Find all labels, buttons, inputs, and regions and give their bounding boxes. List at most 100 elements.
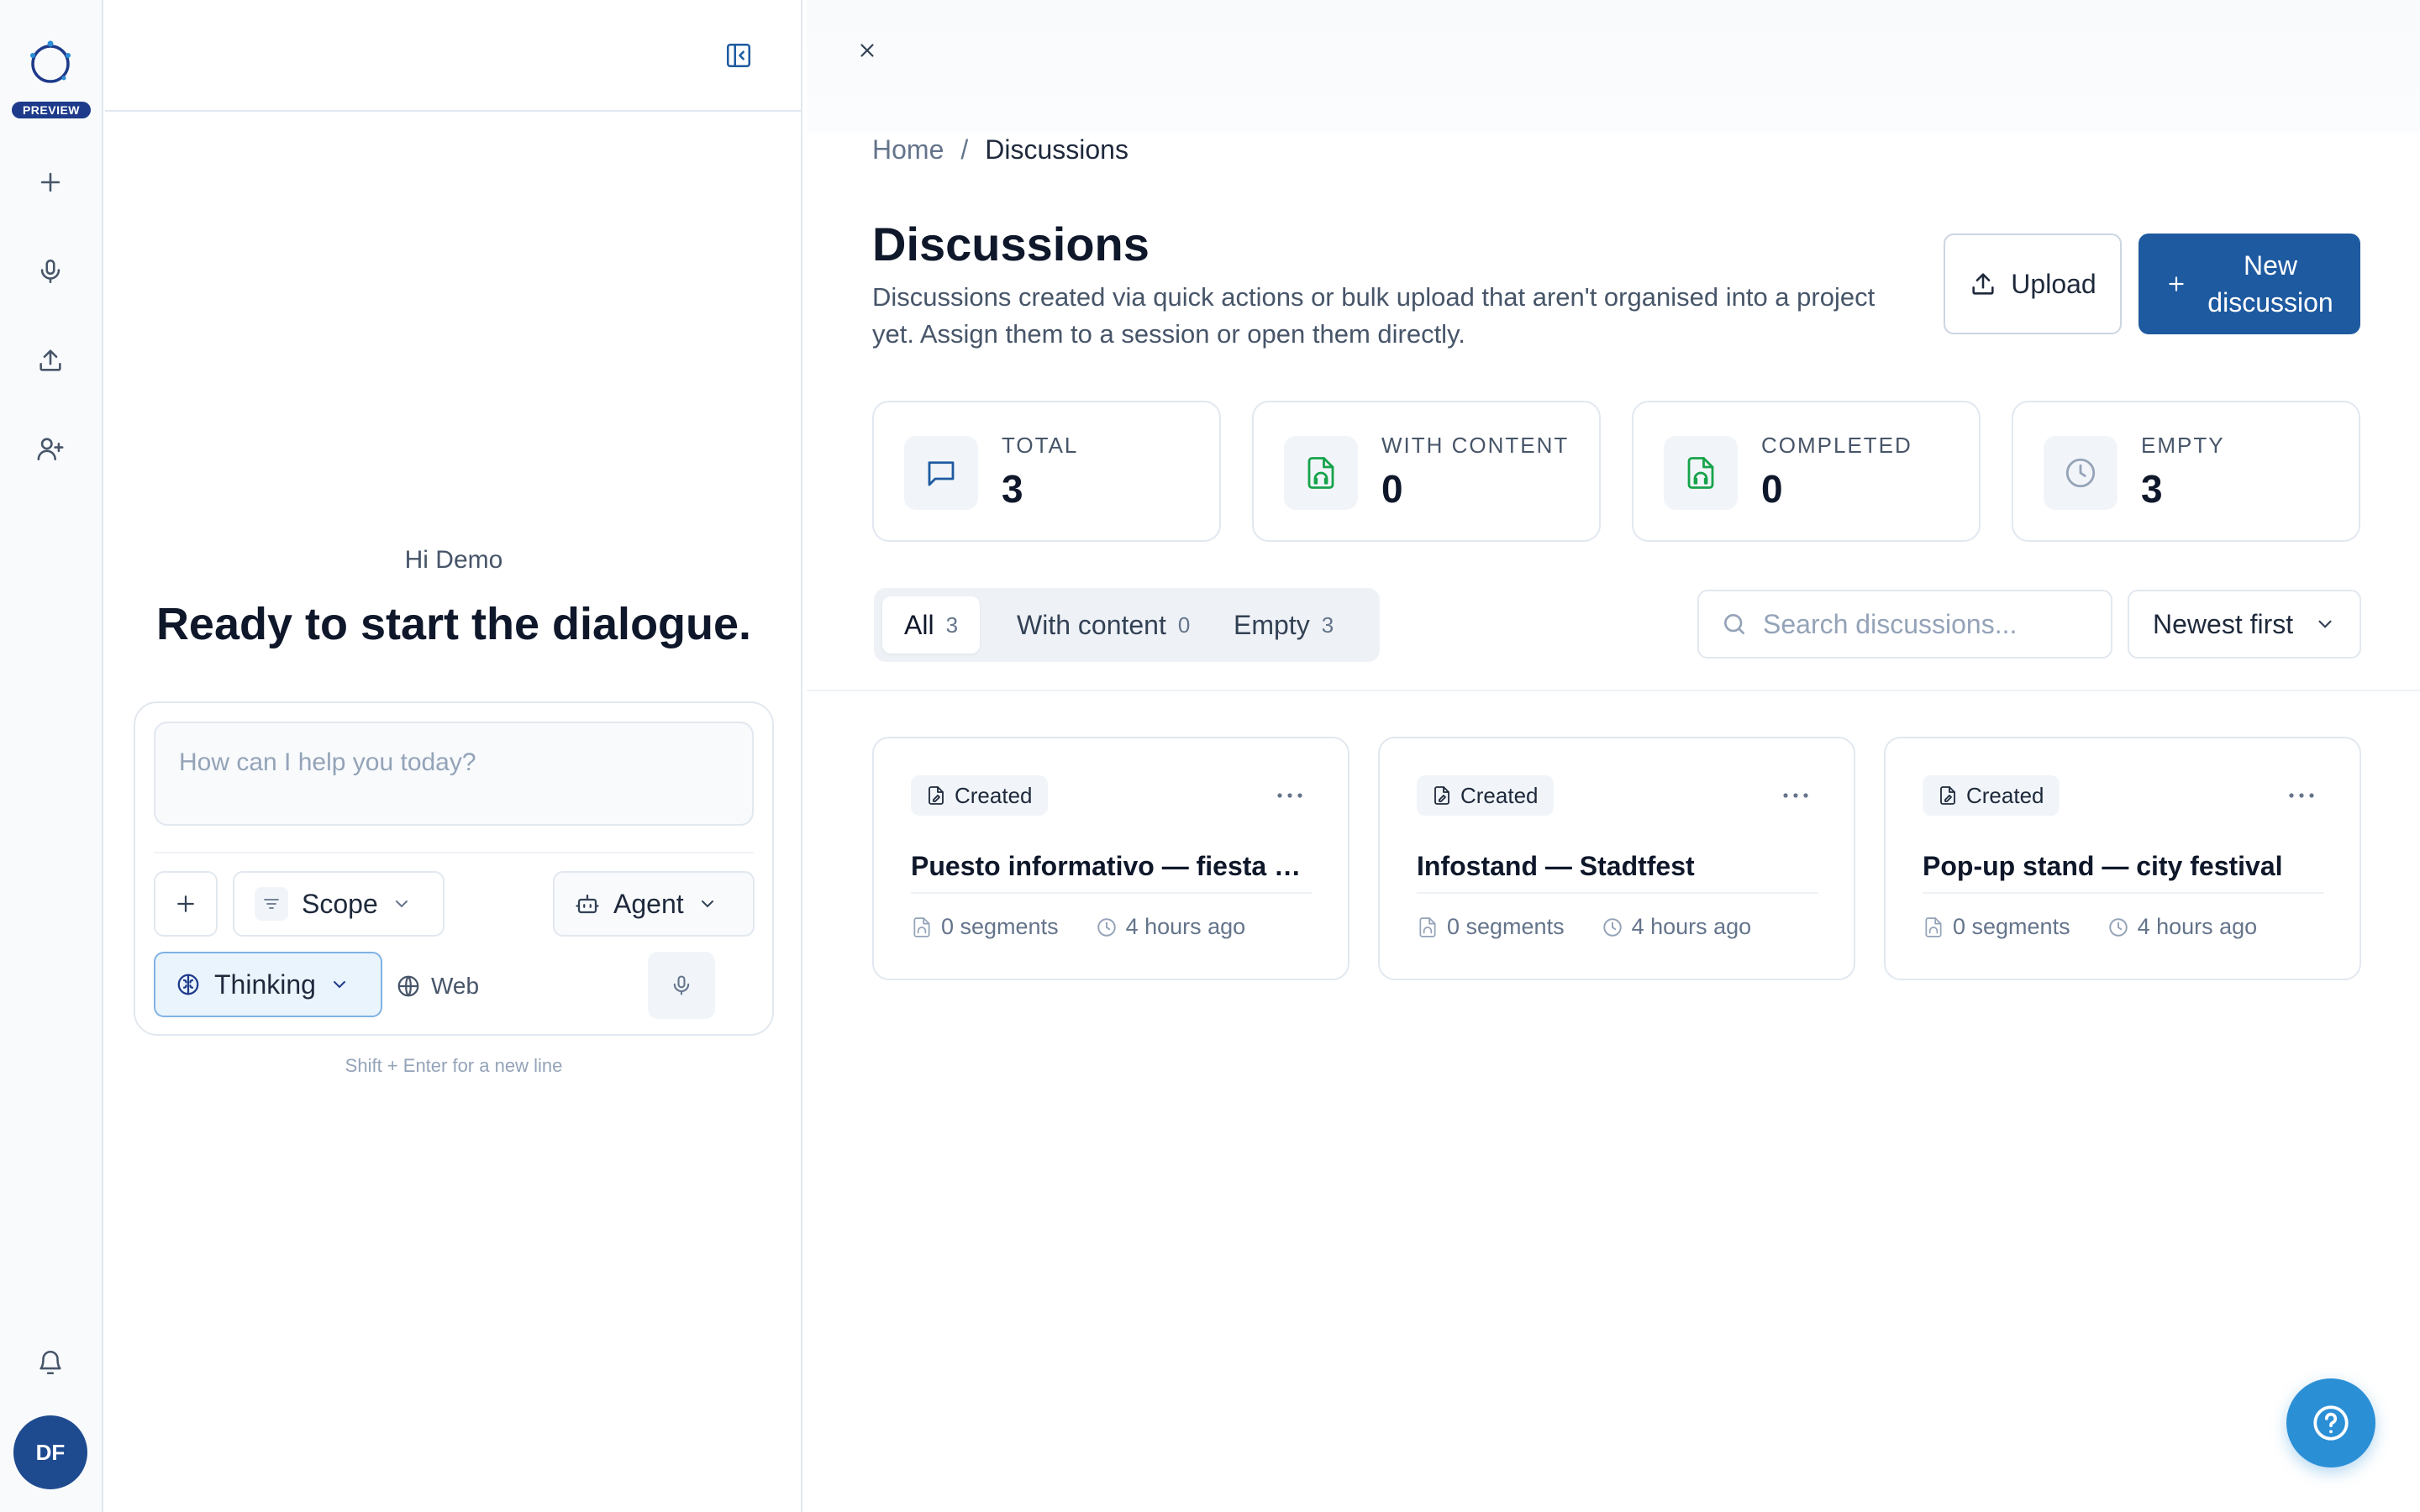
scope-dropdown[interactable]: Scope (233, 871, 445, 937)
new-discussion-label-line2: discussion (2207, 287, 2333, 318)
brain-icon (177, 974, 199, 995)
upload-icon (1972, 273, 1994, 295)
tab-with-content[interactable]: With content 0 (995, 596, 1212, 654)
stat-label: EMPTY (2141, 433, 2225, 458)
stat-completed: COMPLETED 0 (1632, 401, 1981, 542)
page-title: Discussions (872, 218, 1150, 270)
clock-icon (2108, 917, 2128, 937)
file-audio-icon (1925, 916, 1942, 937)
upload-label: Upload (2011, 268, 2096, 299)
help-circle-icon (2313, 1405, 2349, 1441)
badge-label: Created (955, 782, 1033, 808)
clock-icon (2044, 436, 2118, 510)
stat-value: 3 (2141, 467, 2163, 511)
chat-panel: Hi Demo Ready to start the dialogue. Sco… (105, 0, 802, 1512)
card-divider (1923, 892, 2324, 894)
record-button[interactable] (25, 246, 76, 297)
search-input[interactable] (1763, 608, 2099, 640)
more-horizontal-icon (1277, 793, 1302, 798)
card-segments: 0 segments (941, 914, 1059, 939)
badge-label: Created (1966, 782, 2044, 808)
filter-tabs: All 3 With content 0 Empty 3 (874, 588, 1380, 662)
prompt-box (154, 722, 754, 826)
card-divider (1417, 892, 1818, 894)
discussion-card[interactable]: Created Infostand — Stadtfest 0 segments… (1378, 737, 1855, 980)
web-search-toggle[interactable]: Web (396, 953, 479, 1019)
file-edit-icon (1940, 786, 1955, 805)
composer: Scope Agent Thinking Web (134, 701, 774, 1036)
stat-with-content: WITH CONTENT 0 (1252, 401, 1601, 542)
chat-header (105, 0, 802, 112)
stat-label: TOTAL (1002, 433, 1079, 458)
card-title: Infostand — Stadtfest (1417, 851, 1695, 881)
main-topbar (807, 0, 2420, 133)
plus-icon (2169, 276, 2184, 291)
mic-icon (673, 975, 690, 995)
chat-headline: Ready to start the dialogue. (155, 599, 752, 649)
new-discussion-label-line1: New (2243, 250, 2297, 281)
thinking-label: Thinking (214, 969, 316, 1000)
invite-user-button[interactable] (25, 423, 76, 474)
help-button[interactable] (2286, 1378, 2375, 1467)
tab-all[interactable]: All 3 (882, 596, 981, 654)
new-discussion-button[interactable]: New discussion (2139, 234, 2360, 334)
bell-icon (39, 1351, 61, 1375)
thinking-toggle[interactable]: Thinking (154, 952, 382, 1017)
card-time: 4 hours ago (1631, 914, 1752, 939)
chevron-down-icon (395, 900, 408, 908)
discussion-card[interactable]: Created Pop-up stand — city festival 0 s… (1884, 737, 2361, 980)
left-rail: PREVIEW DF (0, 0, 103, 1512)
stat-value: 3 (1002, 467, 1023, 511)
preview-badge: PREVIEW (12, 102, 91, 118)
card-segments: 0 segments (1447, 914, 1565, 939)
chevron-down-icon (333, 981, 345, 989)
tab-label: Empty (1234, 609, 1310, 640)
chevron-down-icon (701, 900, 713, 908)
message-square-icon (904, 436, 978, 510)
card-meta: 0 segments 4 hours ago (1923, 914, 2257, 940)
app-root: PREVIEW DF Hi Demo Ready to start the di… (0, 0, 2420, 1512)
more-horizontal-icon (1783, 793, 1808, 798)
stat-label: COMPLETED (1761, 433, 1912, 458)
upload-rail-button[interactable] (25, 335, 76, 386)
stat-empty: EMPTY 3 (2012, 401, 2360, 542)
collapse-panel-button[interactable] (718, 35, 759, 76)
attach-button[interactable] (154, 871, 218, 937)
card-menu-button[interactable] (1269, 785, 1311, 806)
file-audio-icon (1664, 436, 1738, 510)
upload-button[interactable]: Upload (1944, 234, 2122, 334)
chevron-down-icon (2318, 620, 2332, 628)
sort-dropdown[interactable]: Newest first (2128, 590, 2361, 659)
voice-input-button[interactable] (648, 952, 715, 1019)
clock-icon (1602, 917, 1622, 937)
discussion-card[interactable]: Created Puesto informativo — fiesta d...… (872, 737, 1349, 980)
card-time: 4 hours ago (1125, 914, 1246, 939)
stat-label: WITH CONTENT (1381, 433, 1570, 458)
section-divider (807, 690, 2420, 691)
card-menu-button[interactable] (2281, 785, 2323, 806)
composer-hint: Shift + Enter for a new line (345, 1055, 563, 1076)
tab-count: 3 (945, 612, 959, 638)
agent-dropdown[interactable]: Agent (553, 871, 755, 937)
notifications-button[interactable] (25, 1337, 76, 1388)
user-plus-icon (37, 438, 64, 461)
new-chat-button[interactable] (25, 157, 76, 207)
agent-label: Agent (613, 888, 684, 919)
avatar[interactable]: DF (13, 1415, 87, 1489)
prompt-input[interactable] (155, 723, 752, 824)
badge-label: Created (1460, 782, 1539, 808)
close-panel-button[interactable] (849, 32, 886, 69)
composer-divider (154, 852, 754, 853)
tab-count: 3 (1321, 612, 1334, 638)
file-audio-icon (913, 916, 930, 937)
card-menu-button[interactable] (1775, 785, 1817, 806)
breadcrumb-separator: / (960, 134, 969, 165)
tab-empty[interactable]: Empty 3 (1212, 596, 1355, 654)
filter-icon (255, 887, 288, 921)
web-label: Web (431, 973, 480, 999)
close-icon (860, 44, 874, 57)
logo[interactable]: PREVIEW (0, 35, 103, 119)
globe-icon (397, 975, 419, 997)
breadcrumb-home[interactable]: Home (872, 134, 944, 165)
stat-value: 0 (1761, 467, 1783, 511)
